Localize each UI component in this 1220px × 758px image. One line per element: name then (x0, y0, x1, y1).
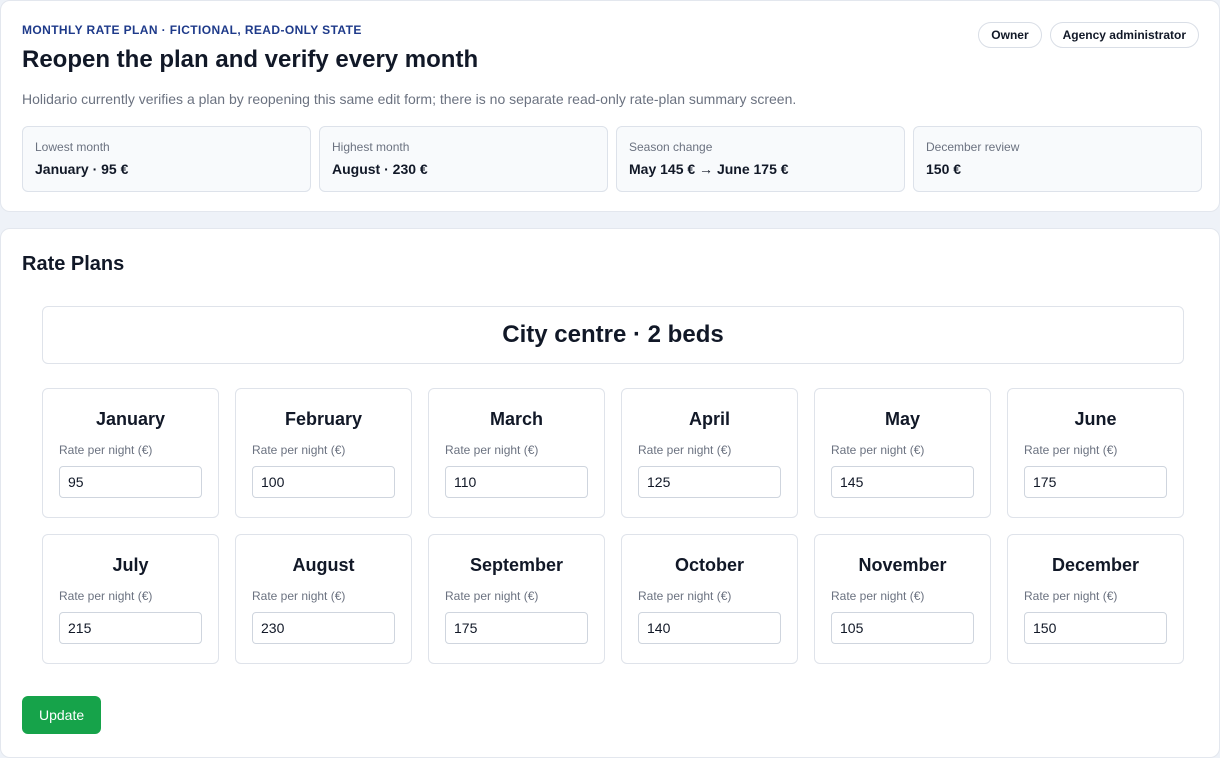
stat-december-review: December review 150 € (913, 126, 1202, 192)
rate-input-november[interactable] (831, 612, 974, 644)
month-card-august: August Rate per night (€) (235, 534, 412, 664)
month-name: June (1074, 409, 1117, 429)
stat-season-change: Season change May 145 € → June 175 € (616, 126, 905, 192)
month-card-october: October Rate per night (€) (621, 534, 798, 664)
page-subtitle: Holidario currently verifies a plan by r… (22, 91, 797, 107)
month-name: September (469, 555, 564, 575)
stat-label: Season change (629, 140, 713, 154)
rate-field-label: Rate per night (€) (1024, 443, 1118, 457)
rate-input-august[interactable] (252, 612, 395, 644)
rate-input-october[interactable] (638, 612, 781, 644)
month-rate-grid: January Rate per night (€) February Rate… (42, 388, 1184, 664)
rate-field-label: Rate per night (€) (59, 589, 153, 603)
rate-field-label: Rate per night (€) (445, 443, 539, 457)
rate-input-july[interactable] (59, 612, 202, 644)
month-card-november: November Rate per night (€) (814, 534, 991, 664)
month-card-may: May Rate per night (€) (814, 388, 991, 518)
month-name: November (858, 555, 947, 575)
rate-input-january[interactable] (59, 466, 202, 498)
month-card-july: July Rate per night (€) (42, 534, 219, 664)
stat-highest-month: Highest month August · 230 € (319, 126, 608, 192)
month-name: January (95, 409, 166, 429)
stat-label: December review (926, 140, 1020, 154)
month-name: December (1051, 555, 1140, 575)
page-eyebrow: MONTHLY RATE PLAN · FICTIONAL, READ-ONLY… (22, 23, 362, 37)
role-badge-agency-administrator: Agency administrator (1049, 22, 1199, 48)
month-card-april: April Rate per night (€) (621, 388, 798, 518)
stat-value: August · 230 € (332, 161, 428, 177)
rate-input-may[interactable] (831, 466, 974, 498)
month-name: May (884, 409, 920, 429)
month-name: March (489, 409, 543, 429)
month-name: April (688, 409, 730, 429)
section-title: Rate Plans (22, 253, 125, 275)
rate-input-march[interactable] (445, 466, 588, 498)
page-title: Reopen the plan and verify every month (22, 46, 479, 73)
rate-field-label: Rate per night (€) (252, 443, 346, 457)
stat-label: Lowest month (35, 140, 110, 154)
role-badge-owner: Owner (978, 22, 1042, 48)
rate-field-label: Rate per night (€) (638, 589, 732, 603)
rate-field-label: Rate per night (€) (252, 589, 346, 603)
stat-cards: Lowest month January · 95 € Highest mont… (22, 126, 1202, 192)
rate-field-label: Rate per night (€) (59, 443, 153, 457)
rate-field-label: Rate per night (€) (831, 443, 925, 457)
stat-value: May 145 € → June 175 € (629, 161, 789, 177)
month-name: February (284, 409, 363, 429)
month-name: August (292, 555, 355, 575)
plan-name-heading: City centre · 2 beds (42, 306, 1184, 364)
month-name: July (112, 555, 149, 575)
rate-input-june[interactable] (1024, 466, 1167, 498)
month-card-march: March Rate per night (€) (428, 388, 605, 518)
month-card-december: December Rate per night (€) (1007, 534, 1184, 664)
month-name: October (674, 555, 744, 575)
rate-plan-editor-card: Rate Plans City centre · 2 beds January … (0, 228, 1220, 758)
stat-value: January · 95 € (35, 161, 129, 177)
month-card-june: June Rate per night (€) (1007, 388, 1184, 518)
stat-value: 150 € (926, 161, 962, 177)
rate-field-label: Rate per night (€) (831, 589, 925, 603)
stat-lowest-month: Lowest month January · 95 € (22, 126, 311, 192)
month-card-september: September Rate per night (€) (428, 534, 605, 664)
rate-plan-summary-card: MONTHLY RATE PLAN · FICTIONAL, READ-ONLY… (0, 0, 1220, 212)
month-card-february: February Rate per night (€) (235, 388, 412, 518)
rate-input-september[interactable] (445, 612, 588, 644)
role-badges: Owner Agency administrator (978, 22, 1199, 48)
rate-field-label: Rate per night (€) (1024, 589, 1118, 603)
rate-field-label: Rate per night (€) (638, 443, 732, 457)
rate-input-april[interactable] (638, 466, 781, 498)
rate-input-december[interactable] (1024, 612, 1167, 644)
rate-input-february[interactable] (252, 466, 395, 498)
update-button[interactable]: Update (22, 696, 102, 734)
month-card-january: January Rate per night (€) (42, 388, 219, 518)
rate-field-label: Rate per night (€) (445, 589, 539, 603)
stat-label: Highest month (332, 140, 410, 154)
